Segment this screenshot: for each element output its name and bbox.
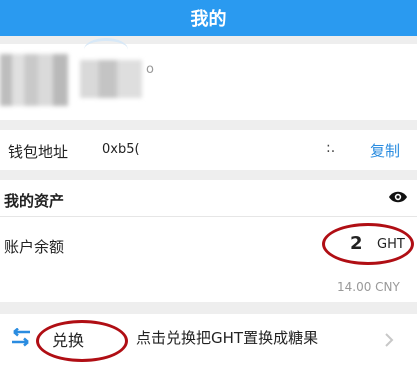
wallet-address-row: 钱包地址 0xb5( :. 复制 — [0, 130, 417, 170]
balance-label: 账户余额 — [4, 238, 65, 256]
balance-cny-value: 14.00 CNY — [337, 280, 400, 294]
profile-card[interactable]: o — [0, 38, 417, 120]
balance-amount: 2 — [350, 233, 363, 254]
chevron-right-icon — [385, 333, 394, 347]
divider — [0, 216, 417, 217]
app-header: 我的 — [0, 0, 417, 36]
wallet-address-value: 0xb5( — [102, 142, 140, 157]
page-title: 我的 — [190, 9, 227, 30]
profile-name-fragment: o — [146, 62, 154, 77]
exchange-label: 兑换 — [52, 331, 85, 350]
exchange-description: 点击兑换把GHT置换成糖果 — [136, 329, 319, 347]
exchange-row[interactable]: 兑换 点击兑换把GHT置换成糖果 — [0, 314, 417, 365]
assets-card: 我的资产 账户余额 2 GHT 14.00 CNY — [0, 180, 417, 302]
assets-title: 我的资产 — [4, 192, 65, 210]
wallet-address-mask: :. — [326, 140, 336, 156]
eye-icon[interactable] — [388, 190, 408, 204]
wallet-address-label: 钱包地址 — [8, 143, 69, 161]
swap-arrows-icon — [12, 328, 30, 347]
copy-button[interactable]: 复制 — [370, 140, 400, 161]
balance-unit: GHT — [377, 237, 405, 252]
decorative-arc — [84, 38, 128, 61]
avatar — [0, 54, 68, 106]
profile-name-blurred — [80, 60, 142, 98]
